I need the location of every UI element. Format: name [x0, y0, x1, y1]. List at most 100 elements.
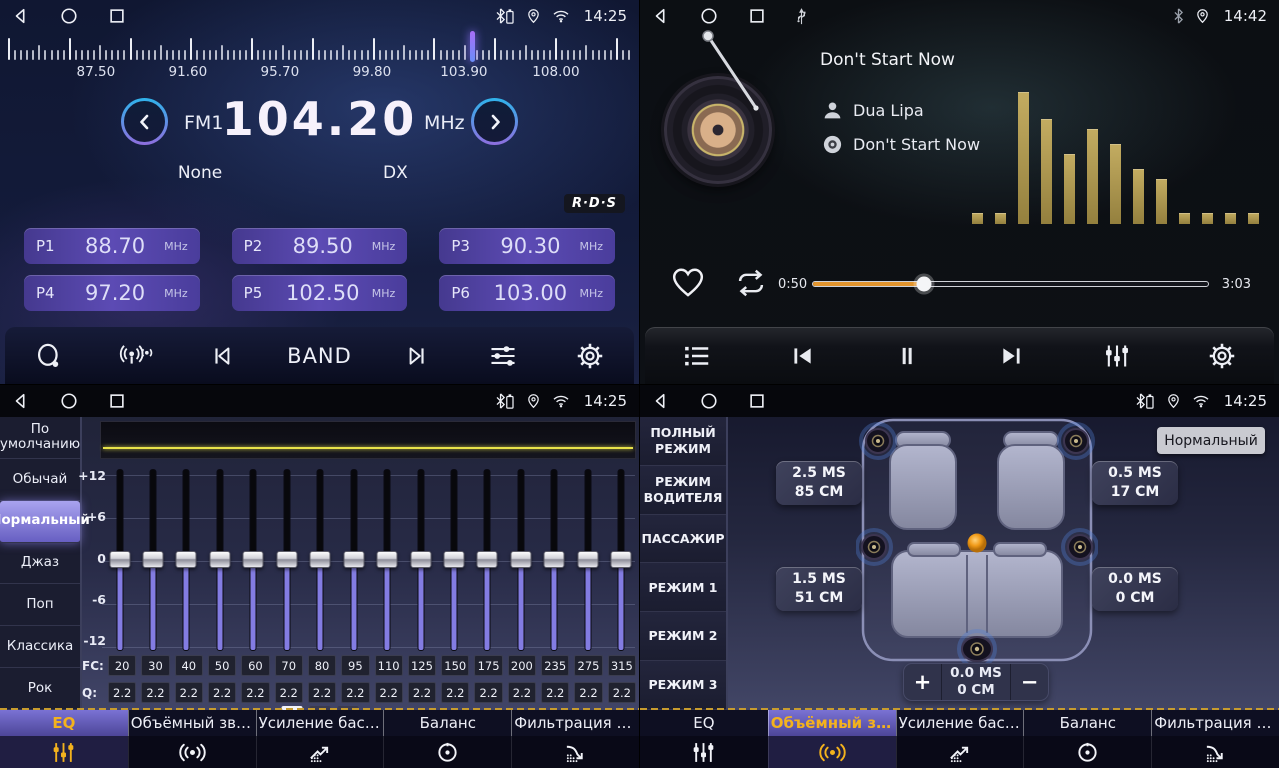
- fc-value[interactable]: 70: [275, 655, 303, 676]
- slider-handle[interactable]: [611, 551, 632, 568]
- q-value[interactable]: 2.2: [375, 682, 403, 703]
- eq-band-slider[interactable]: [374, 469, 401, 651]
- tab-bass-boost[interactable]: Усиление басов: [896, 710, 1024, 768]
- eq-band-slider[interactable]: [307, 469, 334, 651]
- slider-handle[interactable]: [477, 551, 498, 568]
- q-value[interactable]: 2.2: [341, 682, 369, 703]
- tab-surround[interactable]: Объёмный звук: [128, 710, 256, 768]
- q-value[interactable]: 2.2: [175, 682, 203, 703]
- seek-bar[interactable]: [812, 281, 1209, 287]
- nav-home-icon[interactable]: [700, 392, 718, 410]
- fc-value[interactable]: 235: [541, 655, 569, 676]
- slider-handle[interactable]: [444, 551, 465, 568]
- tab-crossover[interactable]: Фильтрация ба...: [511, 710, 639, 768]
- next-track-icon[interactable]: [989, 343, 1035, 369]
- tab-bass-boost[interactable]: Усиление басов: [256, 710, 384, 768]
- tune-down-button[interactable]: [121, 98, 168, 145]
- fc-value[interactable]: 40: [175, 655, 203, 676]
- tab-eq[interactable]: EQ: [640, 710, 768, 768]
- eq-band-slider[interactable]: [139, 469, 166, 651]
- fc-value[interactable]: 110: [375, 655, 403, 676]
- preset-button-p1[interactable]: P188.70MHz: [24, 228, 200, 264]
- fc-value[interactable]: 50: [208, 655, 236, 676]
- slider-handle[interactable]: [343, 551, 364, 568]
- slider-handle[interactable]: [276, 551, 297, 568]
- q-value[interactable]: 2.2: [208, 682, 236, 703]
- nav-back-icon[interactable]: [12, 392, 30, 410]
- fc-value[interactable]: 30: [141, 655, 169, 676]
- next-station-icon[interactable]: [393, 343, 439, 369]
- q-value[interactable]: 2.2: [474, 682, 502, 703]
- preset-button-p3[interactable]: P390.30MHz: [439, 228, 615, 264]
- slider-handle[interactable]: [243, 551, 264, 568]
- fc-value[interactable]: 95: [341, 655, 369, 676]
- playlist-icon[interactable]: [674, 343, 720, 369]
- eq-band-slider[interactable]: [340, 469, 367, 651]
- eq-band-slider[interactable]: [240, 469, 267, 651]
- album-art-vinyl[interactable]: [664, 76, 772, 184]
- fc-value[interactable]: 125: [408, 655, 436, 676]
- delay-increase-button[interactable]: +: [904, 664, 941, 700]
- q-value[interactable]: 2.2: [108, 682, 136, 703]
- tab-eq[interactable]: EQ: [0, 710, 128, 768]
- nav-recents-icon[interactable]: [748, 392, 766, 410]
- tab-surround[interactable]: Объёмный звук: [768, 710, 896, 768]
- scan-icon[interactable]: [26, 342, 72, 370]
- eq-band-slider[interactable]: [507, 469, 534, 651]
- listening-mode-item[interactable]: РЕЖИМ ВОДИТЕЛЯ: [640, 466, 726, 515]
- listening-mode-item[interactable]: РЕЖИМ 2: [640, 612, 726, 661]
- delay-front-left-button[interactable]: 2.5 MS 85 CM: [776, 461, 862, 505]
- eq-preset-item[interactable]: Классика: [0, 626, 80, 668]
- tune-up-button[interactable]: [471, 98, 518, 145]
- q-value[interactable]: 2.2: [508, 682, 536, 703]
- tab-balance[interactable]: Баланс: [1023, 710, 1151, 768]
- eq-preset-item[interactable]: Джаз: [0, 543, 80, 585]
- previous-station-icon[interactable]: [200, 343, 246, 369]
- delay-rear-left-button[interactable]: 1.5 MS 51 CM: [776, 567, 862, 611]
- eq-preset-item[interactable]: Нормальный: [0, 501, 80, 543]
- slider-handle[interactable]: [176, 551, 197, 568]
- eq-band-slider[interactable]: [474, 469, 501, 651]
- eq-band-slider[interactable]: [608, 469, 635, 651]
- slider-handle[interactable]: [544, 551, 565, 568]
- slider-handle[interactable]: [209, 551, 230, 568]
- preset-button-p6[interactable]: P6103.00MHz: [439, 275, 615, 311]
- eq-band-slider[interactable]: [541, 469, 568, 651]
- preset-button-p2[interactable]: P289.50MHz: [232, 228, 408, 264]
- q-value[interactable]: 2.2: [141, 682, 169, 703]
- fc-value[interactable]: 150: [441, 655, 469, 676]
- fc-value[interactable]: 315: [608, 655, 636, 676]
- slider-handle[interactable]: [410, 551, 431, 568]
- eq-preset-item[interactable]: Обычай: [0, 459, 80, 501]
- pause-icon[interactable]: [884, 343, 930, 369]
- tab-crossover[interactable]: Фильтрация ба...: [1151, 710, 1279, 768]
- nav-back-icon[interactable]: [652, 392, 670, 410]
- q-value[interactable]: 2.2: [408, 682, 436, 703]
- eq-band-slider[interactable]: [574, 469, 601, 651]
- seek-bar-thumb[interactable]: [916, 277, 931, 292]
- listening-mode-item[interactable]: РЕЖИМ 1: [640, 563, 726, 612]
- eq-band-slider[interactable]: [206, 469, 233, 651]
- eq-band-slider[interactable]: [407, 469, 434, 651]
- delay-decrease-button[interactable]: −: [1011, 664, 1048, 700]
- eq-band-slider[interactable]: [106, 469, 133, 651]
- nav-back-icon[interactable]: [12, 7, 30, 25]
- dx-local-mode[interactable]: DX: [383, 163, 408, 183]
- repeat-icon[interactable]: [732, 268, 770, 298]
- favorite-heart-icon[interactable]: [670, 266, 706, 298]
- q-value[interactable]: 2.2: [441, 682, 469, 703]
- delay-front-right-button[interactable]: 0.5 MS 17 CM: [1092, 461, 1178, 505]
- settings-gear-icon[interactable]: [567, 342, 613, 370]
- eq-band-slider[interactable]: [173, 469, 200, 651]
- nav-home-icon[interactable]: [60, 392, 78, 410]
- delay-rear-right-button[interactable]: 0.0 MS 0 CM: [1092, 567, 1178, 611]
- broadcast-icon[interactable]: [113, 343, 159, 369]
- preset-button-p4[interactable]: P497.20MHz: [24, 275, 200, 311]
- fc-value[interactable]: 200: [508, 655, 536, 676]
- nav-back-icon[interactable]: [652, 7, 670, 25]
- stage-preset-button[interactable]: Нормальный: [1157, 427, 1265, 454]
- nav-home-icon[interactable]: [700, 7, 718, 25]
- nav-recents-icon[interactable]: [108, 7, 126, 25]
- eq-preset-item[interactable]: По умолчанию: [0, 417, 80, 459]
- fc-value[interactable]: 275: [574, 655, 602, 676]
